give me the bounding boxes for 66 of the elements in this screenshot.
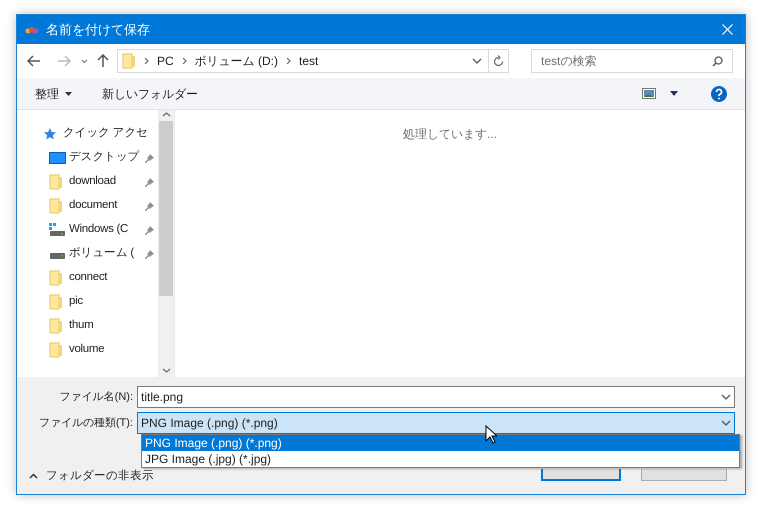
scrollbar[interactable] xyxy=(158,110,174,377)
sidebar-item[interactable]: ボリューム ( xyxy=(17,242,158,266)
close-icon xyxy=(722,24,732,35)
filename-field[interactable]: title.png xyxy=(141,388,721,406)
app-icon xyxy=(25,26,39,34)
new-folder-button[interactable]: 新しいフォルダー xyxy=(102,84,198,102)
search-field[interactable]: testの検索 xyxy=(541,52,712,70)
help-icon[interactable] xyxy=(711,86,727,102)
sidebar-item[interactable]: クイック アクセ xyxy=(17,122,158,146)
chevron-right-icon[interactable] xyxy=(286,57,291,65)
hide-folders-button[interactable]: フォルダーの非表示 xyxy=(29,468,154,485)
chevron-down-icon[interactable] xyxy=(472,58,482,64)
sidebar-item[interactable]: thum xyxy=(17,314,158,338)
refresh-icon xyxy=(493,55,504,67)
sidebar-item[interactable]: volume xyxy=(17,338,158,362)
dropdown-option[interactable]: PNG Image (.png) (*.png) xyxy=(142,435,739,451)
address-bar[interactable]: PC ボリューム (D:) test xyxy=(117,49,509,73)
sidebar-item[interactable]: pic xyxy=(17,290,158,314)
breadcrumb[interactable]: test xyxy=(299,52,318,70)
caret-icon xyxy=(65,92,72,96)
pin-icon[interactable] xyxy=(144,224,155,236)
folder-icon xyxy=(122,52,136,70)
chevron-down-icon[interactable] xyxy=(81,58,88,64)
folder-icon xyxy=(49,174,63,190)
up-arrow-icon[interactable] xyxy=(97,54,109,68)
folder-icon xyxy=(49,342,63,358)
folder-icon xyxy=(49,198,63,214)
breadcrumb[interactable]: ボリューム (D:) xyxy=(194,52,278,70)
pin-icon[interactable] xyxy=(144,248,155,260)
window-title: 名前を付けて保存 xyxy=(46,20,150,39)
pin-icon[interactable] xyxy=(144,176,155,188)
folder-icon xyxy=(49,270,63,286)
filename-label: ファイル名(N): xyxy=(58,390,134,405)
sidebar-item[interactable]: デスクトップ xyxy=(17,146,158,170)
sidebar-item[interactable]: document xyxy=(17,194,158,218)
sidebar-item[interactable]: connect xyxy=(17,266,158,290)
breadcrumb[interactable]: PC xyxy=(157,52,174,70)
monitor-icon xyxy=(49,152,66,164)
sidebar-item[interactable]: download xyxy=(17,170,158,194)
filetype-dropdown[interactable]: PNG Image (.png) (*.png) xyxy=(137,412,735,434)
chevron-up-icon xyxy=(29,473,38,480)
folder-icon xyxy=(49,318,63,334)
star-icon xyxy=(43,127,57,141)
drive-icon xyxy=(49,223,66,237)
folder-icon xyxy=(49,294,63,310)
caret-icon[interactable] xyxy=(670,91,678,96)
status-text: 処理しています... xyxy=(402,126,497,143)
scroll-down-icon[interactable] xyxy=(162,368,170,373)
scroll-up-icon[interactable] xyxy=(162,112,170,117)
pin-icon[interactable] xyxy=(144,152,155,164)
picture-view-icon[interactable] xyxy=(642,88,656,99)
pin-icon[interactable] xyxy=(144,200,155,212)
dropdown-option[interactable]: JPG Image (.jpg) (*.jpg) xyxy=(142,451,739,467)
search-icon xyxy=(712,56,723,66)
chevron-right-icon[interactable] xyxy=(182,57,187,65)
back-arrow-icon[interactable] xyxy=(27,55,41,67)
organize-button[interactable]: 整理 xyxy=(35,84,72,102)
filename-box[interactable]: title.png xyxy=(137,386,735,408)
chevron-down-icon[interactable] xyxy=(721,420,731,426)
chevron-down-icon[interactable] xyxy=(721,394,731,400)
sidebar-item[interactable]: Windows (C xyxy=(17,218,158,242)
chevron-right-icon[interactable] xyxy=(144,57,149,65)
scrollbar-thumb[interactable] xyxy=(159,121,173,296)
search-box[interactable]: testの検索 xyxy=(531,49,733,73)
filetype-label: ファイルの種類(T): xyxy=(38,416,134,431)
default-button[interactable] xyxy=(541,469,621,481)
